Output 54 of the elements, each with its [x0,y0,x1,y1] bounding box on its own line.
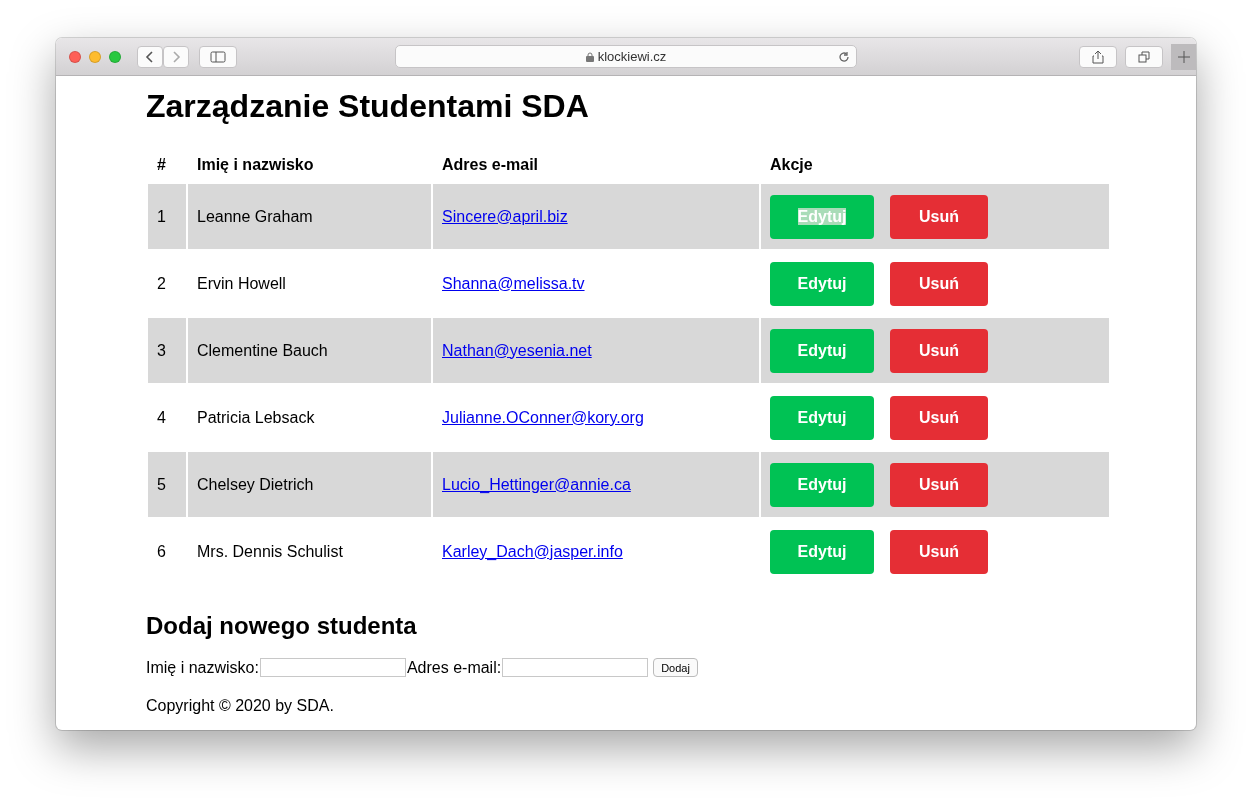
sidebar-icon [210,50,226,63]
edit-button[interactable]: Edytuj [770,395,874,440]
column-header: # [156,155,167,175]
column-header: Adres e-mail [441,155,540,175]
table-cell: 1 [148,184,186,249]
new-tab-button[interactable] [1171,43,1196,70]
reload-icon[interactable] [838,50,850,63]
table-cell: 3 [148,318,186,383]
email-link[interactable]: Lucio_Hettinger@annie.ca [442,475,631,493]
tabs-button[interactable] [1125,45,1163,68]
table-cell: Clementine Bauch [188,318,431,383]
table-cell: Chelsey Dietrich [188,452,431,517]
edit-button[interactable]: Edytuj [770,328,874,373]
share-icon [1092,49,1104,64]
share-button[interactable] [1079,45,1117,68]
close-button[interactable] [69,50,81,63]
email-link[interactable]: Sincere@april.biz [442,207,568,225]
zoom-button[interactable] [109,50,121,63]
sidebar-button[interactable] [199,45,237,68]
table-cell: Leanne Graham [188,184,431,249]
add-button[interactable]: Dodaj [653,658,698,677]
delete-button[interactable]: Usuń [890,462,988,507]
delete-button[interactable]: Usuń [890,194,988,239]
email-link[interactable]: Julianne.OConner@kory.org [442,408,644,426]
delete-button[interactable]: Usuń [890,261,988,306]
email-link[interactable]: Nathan@yesenia.net [442,341,592,359]
edit-button[interactable]: Edytuj [770,261,874,306]
forward-button[interactable] [163,45,189,68]
column-header: Imię i nazwisko [196,155,315,175]
copyright-text: Copyright © 2020 by SDA. [146,697,335,715]
plus-icon [1177,50,1190,63]
delete-button[interactable]: Usuń [890,529,988,574]
url-text: klockiewi.cz [597,49,667,64]
email-link[interactable]: Shanna@melissa.tv [442,274,585,292]
name-input[interactable] [259,658,406,677]
column-header: Akcje [769,155,814,175]
delete-button[interactable]: Usuń [890,328,988,373]
email-input[interactable] [502,658,649,677]
back-button[interactable] [137,45,163,68]
lock-icon [585,51,594,62]
delete-button[interactable]: Usuń [890,395,988,440]
email-link[interactable]: Karley_Dach@jasper.info [442,542,623,560]
tabs-icon [1138,50,1150,63]
table-cell: 5 [148,452,186,517]
page-title: Zarządzanie Studentami SDA [146,87,590,126]
section-heading: Dodaj nowego studenta [146,612,418,640]
chevron-left-icon [145,50,155,63]
edit-button[interactable]: Edytuj [770,462,874,507]
field-label: Adres e-mail: [406,658,502,677]
edit-button[interactable]: Edytuj [770,529,874,574]
address-bar[interactable]: klockiewi.cz [395,45,857,68]
minimize-button[interactable] [89,50,101,63]
chevron-right-icon [171,50,181,63]
field-label: Imię i nazwisko: [146,658,259,677]
